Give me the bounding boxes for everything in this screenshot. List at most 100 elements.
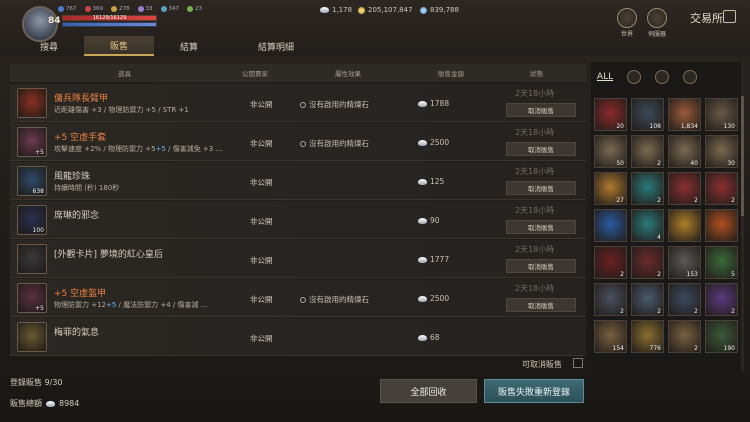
remaining-time: 2天18小時 (515, 206, 555, 215)
inventory-slot[interactable]: 153 (668, 246, 701, 279)
stat-icon (160, 6, 167, 12)
cancel-sale-button[interactable]: 取消販售 (506, 220, 576, 234)
item-icon (17, 244, 47, 274)
sale-price: 125 (418, 177, 444, 186)
table-row[interactable]: +5 +5 空虛手套 攻擊速度 +2% / 物理防禦力 +5+5 / 傷害減免 … (10, 123, 586, 161)
remaining-time: 2天18小時 (515, 89, 555, 98)
diamond-currency: 1,178 (320, 6, 352, 14)
cancel-sale-button[interactable]: 取消販售 (506, 298, 576, 312)
inventory-slot[interactable]: 5 (705, 246, 738, 279)
slot-count: 130 (723, 123, 735, 130)
cancel-sale-button[interactable]: 取消販售 (506, 142, 576, 156)
potion-icon[interactable] (655, 70, 669, 84)
sale-price: 2500 (418, 294, 449, 303)
collect-all-button[interactable]: 全部回收 (380, 379, 477, 403)
total-value: 8984 (59, 399, 80, 408)
table-row[interactable]: 100 席琳的邪念 非公開 90 2天18小時 取消販售 (10, 201, 586, 239)
item-desc: 持續時間 (秒) 180秒 (54, 184, 120, 192)
slot-count: 190 (723, 345, 735, 352)
gold-coin-icon (358, 6, 365, 14)
slot-count: 2 (731, 197, 735, 204)
inventory-slot[interactable] (594, 209, 627, 242)
seller-visibility: 非公開 (250, 334, 273, 343)
stat-value: 33 (145, 6, 153, 12)
table-row[interactable]: 638 風龍珍珠 持續時間 (秒) 180秒 非公開 125 2天18小時 取消… (10, 162, 586, 200)
inventory-slot[interactable]: 130 (705, 98, 738, 131)
inventory-slot[interactable]: 2 (631, 172, 664, 205)
slot-count: 2 (657, 160, 661, 167)
slot-count: 776 (649, 345, 661, 352)
inventory-slot[interactable]: 154 (594, 320, 627, 353)
diamond-icon (46, 400, 55, 407)
inventory-slot[interactable]: 190 (705, 320, 738, 353)
cancel-sale-button[interactable]: 取消販售 (506, 259, 576, 273)
item-name: [外觀卡片] 夢境的紅心皇后 (54, 250, 163, 260)
inventory-slot[interactable]: 2 (594, 246, 627, 279)
inv-tab-all[interactable]: ALL (597, 69, 613, 85)
slot-count: 30 (727, 160, 735, 167)
inventory-slot[interactable]: 776 (631, 320, 664, 353)
inventory-slot[interactable]: 2 (594, 283, 627, 316)
inventory-slot[interactable]: 2 (631, 246, 664, 279)
inventory-slot[interactable]: 2 (631, 135, 664, 168)
item-desc: 物理防禦力 +12+5 / 魔法防禦力 +4 / 傷害減 ... (54, 301, 208, 309)
inventory-slot[interactable]: 2 (705, 283, 738, 316)
cancel-sale-button[interactable]: 取消販售 (506, 103, 576, 117)
slot-count: 2 (694, 308, 698, 315)
inventory-scrollbar[interactable] (741, 96, 744, 372)
cancelable-checkbox[interactable] (573, 358, 583, 368)
inventory-slot[interactable]: 2 (705, 172, 738, 205)
world-icon[interactable] (617, 8, 637, 28)
inventory-slot[interactable]: 50 (594, 135, 627, 168)
item-name: 風龍珍珠 (54, 172, 91, 182)
inventory-slot[interactable]: 2 (668, 320, 701, 353)
slot-count: 1,834 (680, 123, 698, 130)
inventory-slot[interactable]: 27 (594, 172, 627, 205)
table-row[interactable]: 傭兵隊長臂甲 近距離傷害 +3 / 物理防禦力 +5 / STR +1 非公開 … (10, 84, 586, 122)
stat-icon (111, 6, 117, 12)
diamond-icon (320, 7, 329, 13)
item-name: +5 空虛盔甲 (54, 289, 107, 299)
remaining-time: 2天18小時 (515, 128, 555, 137)
slot-count: 2 (620, 308, 624, 315)
item-desc: 近距離傷害 +3 / 物理防禦力 +5 / STR +1 (54, 106, 189, 114)
inventory-slot[interactable]: 1,834 (668, 98, 701, 131)
cancel-sale-button[interactable]: 取消販售 (506, 181, 576, 195)
tab-search[interactable]: 搜尋 (14, 36, 84, 56)
inventory-slot[interactable] (705, 209, 738, 242)
inventory-slot[interactable]: 40 (668, 135, 701, 168)
exit-icon[interactable] (723, 10, 736, 23)
tab-sell[interactable]: 販售 (84, 36, 154, 56)
table-header: 道具 公開賣家 屬性效果 販售金額 狀態 (10, 64, 586, 82)
item-icon: +5 (17, 127, 47, 157)
slot-count: 20 (616, 123, 624, 130)
seller-visibility: 非公開 (250, 217, 273, 226)
col-status: 狀態 (530, 70, 543, 78)
inventory-slot[interactable]: 108 (631, 98, 664, 131)
inventory-slot[interactable]: 30 (705, 135, 738, 168)
slot-count: 2 (657, 197, 661, 204)
refine-stone-icon (300, 296, 306, 303)
tab-settle-details[interactable]: 結算明細 (224, 36, 328, 56)
inventory-slot[interactable] (668, 209, 701, 242)
inventory-slot[interactable]: 2 (631, 283, 664, 316)
inventory-slot[interactable]: 2 (668, 283, 701, 316)
table-row[interactable]: [外觀卡片] 夢境的紅心皇后 非公開 1777 2天18小時 取消販售 (10, 240, 586, 278)
diamond-icon (418, 139, 427, 146)
server-icon[interactable] (647, 8, 667, 28)
mp-bar (62, 22, 157, 27)
helmet-icon[interactable] (627, 70, 641, 84)
inventory-slot[interactable]: 2 (668, 172, 701, 205)
tab-settle[interactable]: 結算 (154, 36, 224, 56)
item-icon (17, 88, 47, 118)
table-row[interactable]: 梅菲的氣息 非公開 68 (10, 318, 586, 356)
inventory-slot[interactable]: 20 (594, 98, 627, 131)
item-icon: +5 (17, 283, 47, 313)
table-row[interactable]: +5 +5 空虛盔甲 物理防禦力 +12+5 / 魔法防禦力 +4 / 傷害減 … (10, 279, 586, 317)
refine-effect: 沒有啟用的精煉石 (300, 294, 369, 305)
inventory-slot[interactable]: 4 (631, 209, 664, 242)
relist-failed-button[interactable]: 販售失敗重新登錄 (484, 379, 584, 403)
slot-count: 4 (657, 234, 661, 241)
seller-visibility: 非公開 (250, 256, 273, 265)
boss-icon[interactable] (683, 70, 697, 84)
